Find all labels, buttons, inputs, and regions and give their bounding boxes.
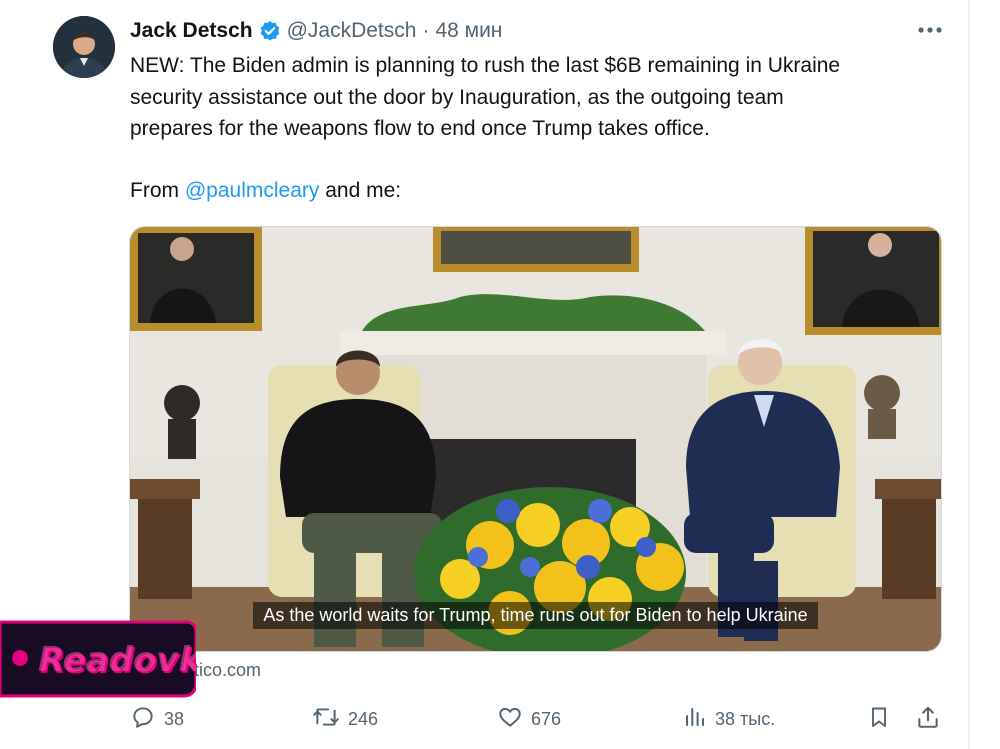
bookmark-icon — [867, 704, 899, 735]
video-caption: As the world waits for Trump, time runs … — [130, 602, 941, 629]
tweet-text-line: security assistance out the door by Inau… — [130, 85, 784, 109]
views-chart-icon — [683, 704, 715, 735]
share-button[interactable] — [915, 702, 949, 736]
tweet-text-line: NEW: The Biden admin is planning to rush… — [130, 54, 841, 77]
avatar[interactable] — [53, 16, 115, 78]
share-icon — [915, 704, 949, 735]
from-prefix: From — [130, 179, 179, 202]
svg-text:Readovka: Readovka — [38, 640, 196, 680]
video-caption-text: As the world waits for Trump, time runs … — [253, 602, 818, 629]
media-card[interactable]: As the world waits for Trump, time runs … — [129, 226, 942, 652]
avatar-image — [53, 16, 115, 78]
timeline-border — [968, 0, 970, 749]
author-name[interactable]: Jack Detsch — [130, 19, 253, 43]
like-button[interactable]: 676 — [497, 702, 561, 736]
retweet-count: 246 — [348, 708, 379, 729]
verified-badge-icon — [259, 20, 281, 42]
reply-icon — [130, 704, 164, 735]
retweet-button[interactable]: 246 — [312, 702, 378, 736]
tweet-text-line: prepares for the weapons flow to end onc… — [130, 117, 710, 140]
readovka-watermark: Readovka Readovka — [0, 618, 226, 700]
bookmark-button[interactable] — [867, 702, 899, 736]
separator-dot: · — [422, 19, 430, 42]
more-options-icon[interactable] — [914, 18, 946, 42]
retweet-icon — [312, 704, 348, 735]
tweet-header: Jack Detsch @JackDetsch · 48 мин — [130, 16, 502, 46]
reply-count: 38 — [164, 708, 185, 729]
views-button[interactable]: 38 тыс. — [683, 702, 775, 736]
views-count: 38 тыс. — [715, 708, 776, 729]
tweet-timestamp[interactable]: 48 мин — [435, 19, 502, 43]
link-domain[interactable]: itico.com — [190, 660, 261, 681]
author-handle[interactable]: @JackDetsch — [287, 19, 417, 43]
tweet-actions: 38 246 676 38 тыс. — [130, 702, 945, 736]
from-suffix: and me: — [325, 179, 402, 202]
mention-link[interactable]: @paulmcleary — [185, 179, 320, 202]
media-image — [130, 227, 941, 651]
like-count: 676 — [531, 708, 562, 729]
reply-button[interactable]: 38 — [130, 702, 184, 736]
tweet-text: NEW: The Biden admin is planning to rush… — [130, 50, 960, 145]
heart-icon — [497, 704, 531, 735]
tweet-from-line: From @paulmcleary and me: — [130, 175, 401, 207]
